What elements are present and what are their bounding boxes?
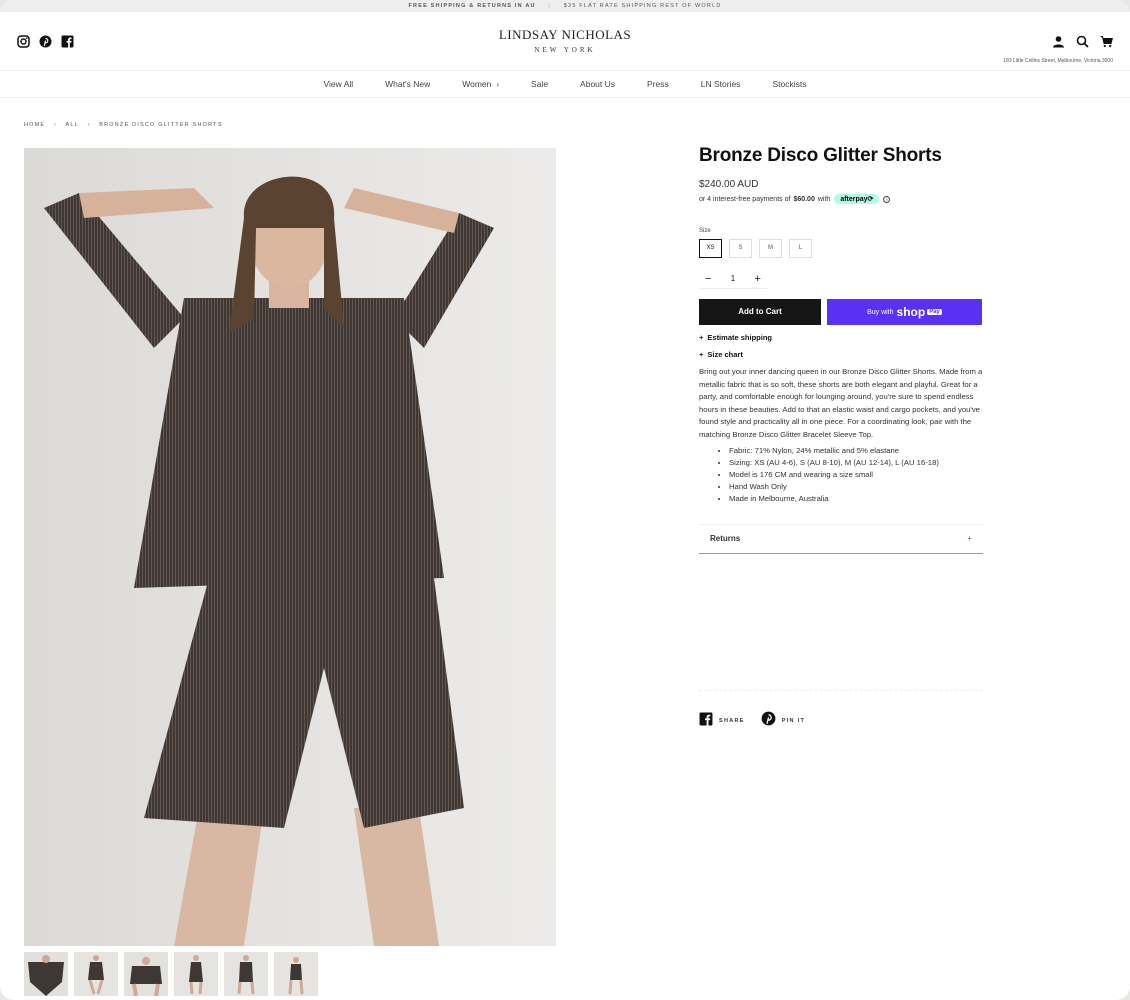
product-description: Bring out your inner dancing queen in ou…: [699, 367, 983, 439]
search-icon[interactable]: [1076, 35, 1089, 48]
breadcrumb-separator: ›: [87, 122, 91, 128]
afterpay-message: or 4 interest-free payments of $60.00 wi…: [699, 194, 983, 204]
size-option-s[interactable]: S: [729, 239, 752, 258]
list-item: Sizing: XS (AU 4-6), S (AU 8-10), M (AU …: [729, 457, 983, 469]
nav-label: Women: [462, 79, 492, 89]
estimate-shipping-label: Estimate shipping: [707, 333, 772, 342]
nav-item-whats-new[interactable]: What's New: [385, 79, 430, 89]
product-title: Bronze Disco Glitter Shorts: [699, 145, 942, 166]
quantity-increase-button[interactable]: +: [755, 273, 761, 285]
add-to-cart-button[interactable]: Add to Cart: [699, 299, 821, 325]
thumbnail-5[interactable]: [224, 952, 268, 996]
breadcrumb-current: BRONZE DISCO GLITTER SHORTS: [99, 122, 223, 128]
size-option-m[interactable]: M: [759, 239, 782, 258]
pinterest-icon: [761, 711, 776, 731]
size-chart-toggle[interactable]: + Size chart: [699, 350, 983, 359]
list-item: Fabric: 71% Nylon, 24% metallic and 5% e…: [729, 445, 983, 457]
size-option-xs[interactable]: XS: [699, 239, 722, 258]
nav-item-ln-stories[interactable]: LN Stories: [701, 79, 741, 89]
list-item: Hand Wash Only: [729, 481, 983, 493]
divider: [699, 690, 983, 691]
product-page: FREE SHIPPING & RETURNS IN AU | $35 FLAT…: [0, 0, 1130, 1000]
size-option-l[interactable]: L: [789, 239, 812, 258]
afterpay-logo: afterpay⟳: [834, 194, 880, 204]
nav-label: LN Stories: [700, 79, 741, 89]
main-product-image[interactable]: [24, 148, 556, 946]
nav-label: About Us: [580, 79, 616, 89]
announcement-left: FREE SHIPPING & RETURNS IN AU: [408, 3, 536, 9]
account-icon[interactable]: [1052, 35, 1065, 48]
nav-label: Press: [647, 79, 669, 89]
nav-item-view-all[interactable]: View All: [324, 79, 354, 89]
thumbnail-3[interactable]: [124, 952, 168, 996]
thumbnail-4[interactable]: [174, 952, 218, 996]
afterpay-amount: $60.00: [793, 195, 815, 203]
product-info: Bronze Disco Glitter Shorts $240.00 AUD …: [699, 145, 983, 554]
size-chart-label: Size chart: [707, 350, 743, 359]
brand-logo[interactable]: LINDSAY NICHOLAS NEW YORK: [0, 27, 1130, 54]
list-item: Made in Melbourne, Australia: [729, 493, 983, 505]
afterpay-with: with: [817, 195, 831, 203]
nav-item-stockists[interactable]: Stockists: [772, 79, 806, 89]
product-price: $240.00 AUD: [699, 179, 759, 190]
chevron-right-icon: ›: [496, 80, 500, 89]
plus-icon: +: [967, 534, 972, 544]
thumbnail-6[interactable]: [274, 952, 318, 996]
share-links: SHARE PIN IT: [699, 711, 821, 731]
nav-item-about-us[interactable]: About Us: [580, 79, 615, 89]
nav-item-sale[interactable]: Sale: [531, 79, 548, 89]
thumbnail-2[interactable]: [74, 952, 118, 996]
shop-logo: shop: [896, 305, 926, 319]
store-address: 183 Little Collins Street, Melbourne, Vi…: [1003, 58, 1113, 64]
purchase-buttons: Add to Cart Buy with shop Pay: [699, 299, 983, 325]
cart-icon[interactable]: [1100, 35, 1113, 48]
announcement-right: $35 FLAT RATE SHIPPING REST OF WORLD: [563, 3, 722, 9]
facebook-share-button[interactable]: SHARE: [699, 712, 745, 731]
pin-label: PIN IT: [781, 718, 806, 724]
logo-location: NEW YORK: [534, 46, 596, 54]
announcement-bar: FREE SHIPPING & RETURNS IN AU | $35 FLAT…: [0, 0, 1130, 12]
afterpay-prefix: or 4 interest-free payments of: [699, 195, 791, 203]
product-details-list: Fabric: 71% Nylon, 24% metallic and 5% e…: [699, 445, 983, 506]
pay-badge: Pay: [927, 309, 942, 315]
nav-label: Sale: [531, 79, 549, 89]
quantity-value[interactable]: 1: [731, 274, 735, 283]
breadcrumb: HOME › ALL › BRONZE DISCO GLITTER SHORTS: [24, 122, 223, 128]
nav-label: What's New: [385, 79, 431, 89]
announcement-separator: |: [548, 3, 552, 9]
returns-label: Returns: [710, 534, 741, 544]
size-selector: XS S M L: [699, 239, 983, 258]
quantity-decrease-button[interactable]: −: [705, 273, 711, 285]
share-label: SHARE: [719, 718, 745, 724]
main-nav: View All What's New Women › Sale About Us…: [0, 70, 1130, 98]
thumbnail-strip: [24, 952, 318, 996]
quantity-stepper: − 1 +: [699, 269, 767, 289]
nav-item-women[interactable]: Women ›: [462, 79, 499, 89]
nav-item-press[interactable]: Press: [647, 79, 669, 89]
returns-accordion[interactable]: Returns +: [699, 523, 983, 554]
info-icon[interactable]: i: [883, 195, 891, 203]
facebook-icon: [699, 712, 713, 731]
buy-with-shop-pay-button[interactable]: Buy with shop Pay: [827, 299, 982, 325]
header-actions: [1052, 35, 1113, 48]
plus-icon: +: [699, 350, 704, 359]
nav-label: Stockists: [772, 79, 807, 89]
breadcrumb-all[interactable]: ALL: [66, 122, 79, 128]
breadcrumb-separator: ›: [54, 122, 58, 128]
pinterest-pin-button[interactable]: PIN IT: [761, 711, 805, 731]
breadcrumb-home[interactable]: HOME: [24, 122, 45, 128]
estimate-shipping-toggle[interactable]: + Estimate shipping: [699, 333, 983, 342]
logo-name: LINDSAY NICHOLAS: [498, 27, 632, 42]
site-header: LINDSAY NICHOLAS NEW YORK 183 Little Col…: [0, 12, 1130, 70]
size-label: Size: [699, 228, 711, 234]
plus-icon: +: [699, 333, 704, 342]
nav-label: View All: [323, 79, 354, 89]
thumbnail-1[interactable]: [24, 952, 68, 996]
list-item: Model is 176 CM and wearing a size small: [729, 469, 983, 481]
buy-with-label: Buy with: [867, 308, 894, 316]
